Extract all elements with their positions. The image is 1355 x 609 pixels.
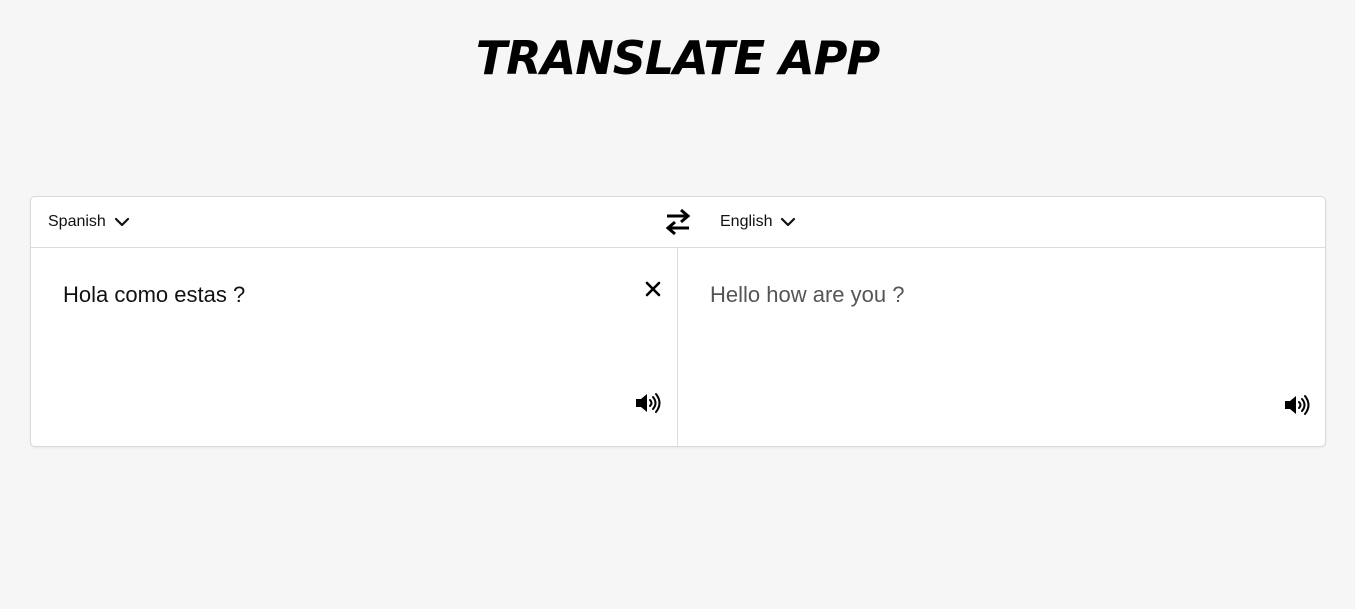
app-title: TRANSLATE APP (475, 31, 880, 85)
chevron-down-icon (114, 217, 129, 227)
target-text-pane: Hello how are you ? (678, 248, 1325, 446)
translator-card: Spanish English Hola como estas ? Hello … (30, 196, 1326, 447)
target-language-label: English (720, 213, 773, 230)
close-icon[interactable] (644, 280, 662, 298)
target-language-select[interactable]: English (720, 197, 796, 247)
language-bar: Spanish English (31, 197, 1325, 248)
source-language-select[interactable]: Spanish (48, 197, 130, 247)
source-text-pane[interactable]: Hola como estas ? (31, 248, 678, 446)
speaker-icon[interactable] (1284, 394, 1312, 416)
translated-text: Hello how are you ? (710, 282, 905, 307)
source-text-input[interactable]: Hola como estas ? (63, 280, 245, 310)
chevron-down-icon (781, 217, 796, 227)
source-language-label: Spanish (48, 213, 106, 230)
speaker-icon[interactable] (635, 392, 663, 414)
swap-languages-icon[interactable] (665, 208, 691, 236)
